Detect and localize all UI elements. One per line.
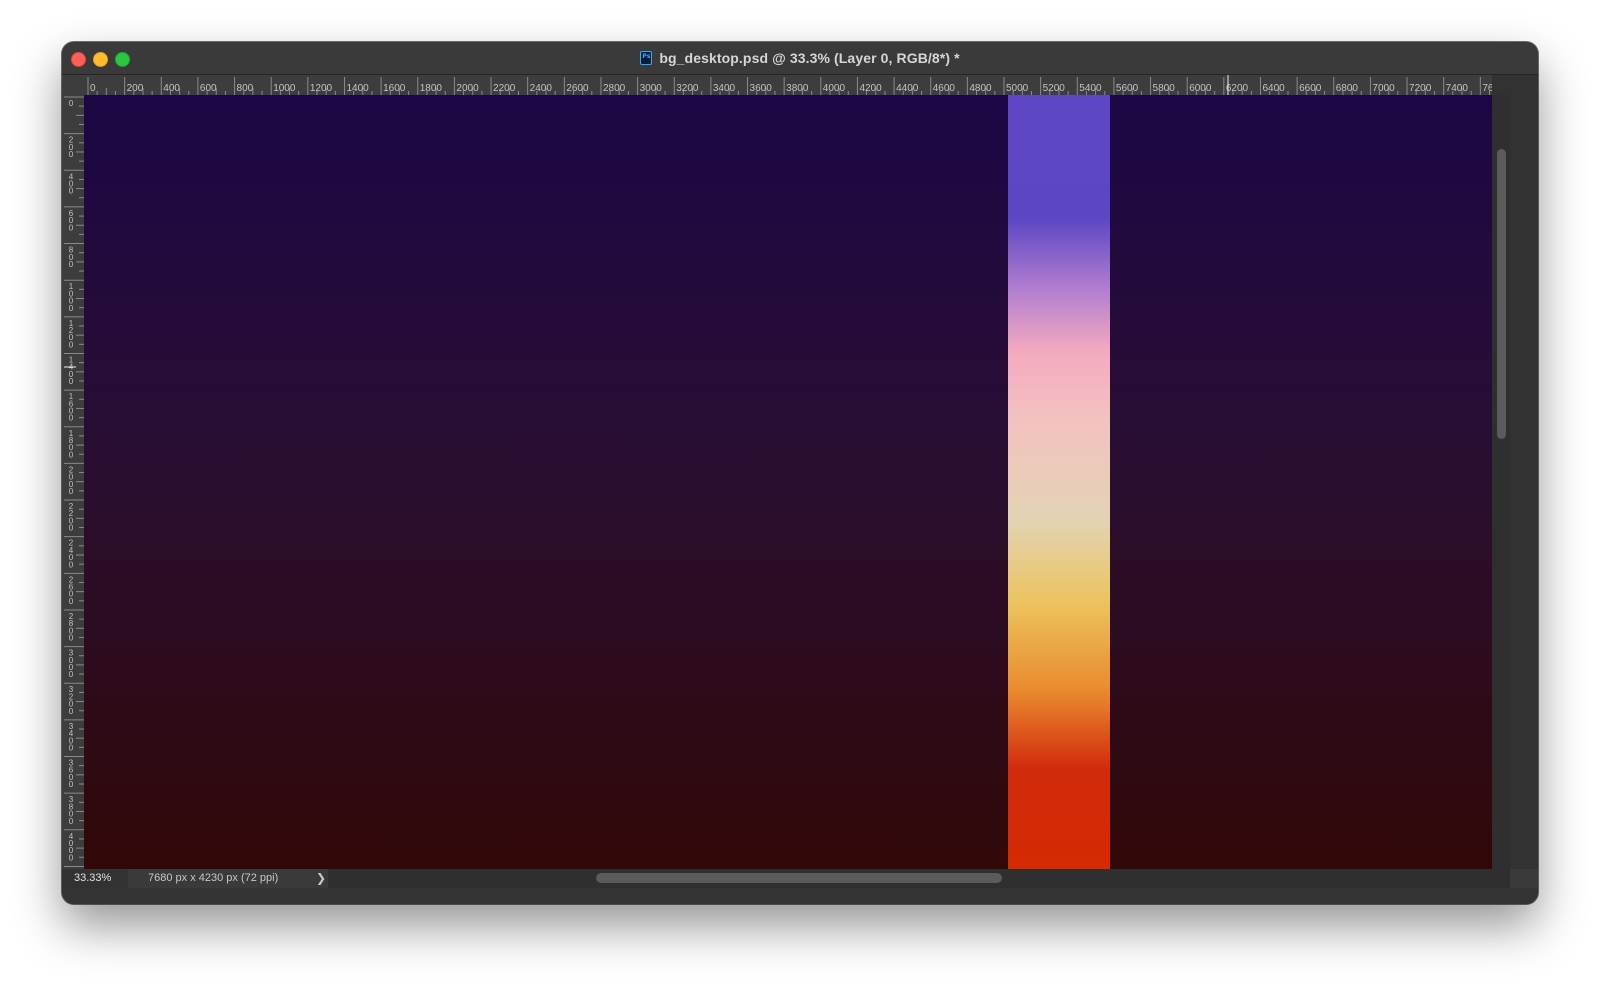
vertical-ruler-label-glyph: 0 xyxy=(69,560,74,569)
vertical-ruler-label-glyph: 0 xyxy=(69,304,74,313)
horizontal-ruler-label: 2200 xyxy=(493,83,516,94)
horizontal-ruler-label: 5200 xyxy=(1043,83,1066,94)
vertical-ruler-label-glyph: 0 xyxy=(69,707,74,716)
horizontal-ruler[interactable]: 0 200 400 600 800 1000 1200 1400 1600 1800 2000 220… xyxy=(84,75,1492,95)
title-bar[interactable]: Ps bg_desktop.psd @ 33.3% (Layer 0, RGB/… xyxy=(62,42,1538,75)
photoshop-file-icon: Ps xyxy=(640,51,653,65)
vertical-ruler-label-glyph: 0 xyxy=(69,260,74,269)
horizontal-ruler-label: 4600 xyxy=(933,83,956,94)
horizontal-scrollbar-thumb[interactable] xyxy=(596,873,1002,883)
window-title: bg_desktop.psd @ 33.3% (Layer 0, RGB/8*)… xyxy=(659,50,960,66)
close-window-button[interactable] xyxy=(71,52,86,67)
canvas-artwork xyxy=(84,95,1492,869)
vertical-ruler-label-glyph: 0 xyxy=(69,487,74,496)
vertical-scrollbar[interactable] xyxy=(1492,95,1510,869)
horizontal-ruler-label: 2600 xyxy=(566,83,589,94)
horizontal-ruler-label: 3000 xyxy=(640,83,663,94)
vertical-ruler-label-glyph: 0 xyxy=(69,414,74,423)
vertical-ruler-label-glyph: 0 xyxy=(69,634,74,643)
horizontal-ruler-label: 2400 xyxy=(530,83,553,94)
vertical-ruler-label-glyph: 0 xyxy=(69,853,74,862)
horizontal-ruler-label: 1000 xyxy=(273,83,296,94)
title-group: Ps bg_desktop.psd @ 33.3% (Layer 0, RGB/… xyxy=(62,42,1538,74)
horizontal-ruler-label: 4800 xyxy=(969,83,992,94)
horizontal-ruler-label: 5400 xyxy=(1079,83,1102,94)
horizontal-ruler-label: 3600 xyxy=(750,83,773,94)
vertical-scrollbar-thumb[interactable] xyxy=(1497,149,1506,439)
vertical-ruler-label-glyph: 0 xyxy=(69,743,74,752)
horizontal-ruler-label: 400 xyxy=(163,83,180,94)
horizontal-ruler-label: 7400 xyxy=(1446,83,1469,94)
minimize-window-button[interactable] xyxy=(93,52,108,67)
horizontal-ruler-label: 5600 xyxy=(1116,83,1139,94)
vertical-ruler[interactable]: 0200400600800100012001400160018002000220… xyxy=(62,95,84,869)
horizontal-ruler-label: 760 xyxy=(1482,83,1492,94)
vertical-ruler-label-glyph: 0 xyxy=(69,150,74,159)
zoom-level-field[interactable]: 33.33% xyxy=(62,869,128,888)
status-bar: 33.33% 7680 px x 4230 px (72 ppi) ❯ xyxy=(62,869,1538,904)
horizontal-ruler-label: 3800 xyxy=(786,83,809,94)
ruler-origin-corner[interactable] xyxy=(62,75,84,95)
horizontal-ruler-label: 2000 xyxy=(456,83,479,94)
photoshop-document-window: Ps bg_desktop.psd @ 33.3% (Layer 0, RGB/… xyxy=(62,42,1538,904)
vertical-ruler-label-glyph: 0 xyxy=(69,670,74,679)
background-gradient-layer xyxy=(84,95,1492,869)
horizontal-ruler-label: 3400 xyxy=(713,83,736,94)
horizontal-ruler-label: 5800 xyxy=(1153,83,1176,94)
status-menu-arrow-icon[interactable]: ❯ xyxy=(316,869,326,888)
horizontal-scrollbar[interactable] xyxy=(328,869,1510,888)
horizontal-ruler-label: 7200 xyxy=(1409,83,1432,94)
horizontal-ruler-label: 6600 xyxy=(1299,83,1322,94)
vertical-ruler-ticks: 0200400600800100012001400160018002000220… xyxy=(64,96,84,867)
horizontal-ruler-label: 4200 xyxy=(859,83,882,94)
window-right-edge xyxy=(1510,75,1538,869)
horizontal-ruler-label: 4400 xyxy=(896,83,919,94)
horizontal-ruler-ticks: 0 200 400 600 800 1000 1200 1400 1600 1800 2000 220… xyxy=(87,75,1492,95)
horizontal-ruler-label: 1400 xyxy=(346,83,369,94)
vertical-ruler-label-glyph: 0 xyxy=(69,187,74,196)
vertical-ruler-label-glyph: 0 xyxy=(69,377,74,386)
document-info: 7680 px x 4230 px (72 ppi) xyxy=(148,872,279,884)
horizontal-ruler-label: 2800 xyxy=(603,83,626,94)
horizontal-ruler-label: 1200 xyxy=(310,83,333,94)
horizontal-ruler-label: 3200 xyxy=(676,83,699,94)
horizontal-ruler-label: 600 xyxy=(200,83,217,94)
vertical-ruler-label-glyph: 0 xyxy=(69,817,74,826)
horizontal-ruler-label: 6400 xyxy=(1262,83,1285,94)
horizontal-ruler-label: 6200 xyxy=(1226,83,1249,94)
horizontal-ruler-label: 1600 xyxy=(383,83,406,94)
document-canvas[interactable] xyxy=(84,95,1492,869)
vertical-ruler-label-glyph: 0 xyxy=(69,524,74,533)
vertical-ruler-label-glyph: 0 xyxy=(69,223,74,232)
horizontal-ruler-label: 7000 xyxy=(1372,83,1395,94)
horizontal-ruler-label: 800 xyxy=(237,83,254,94)
color-stripe-layer xyxy=(1008,95,1110,869)
horizontal-ruler-label: 1800 xyxy=(420,83,443,94)
vertical-ruler-label-glyph: 0 xyxy=(69,99,74,108)
horizontal-ruler-label: 5000 xyxy=(1006,83,1029,94)
status-bar-bottom-strip xyxy=(62,888,1538,904)
vertical-ruler-label-glyph: 0 xyxy=(69,340,74,349)
horizontal-ruler-label: 6800 xyxy=(1336,83,1359,94)
horizontal-ruler-label: 6000 xyxy=(1189,83,1212,94)
horizontal-ruler-label: 0 xyxy=(90,83,96,94)
vertical-ruler-label-glyph: 0 xyxy=(69,597,74,606)
vertical-ruler-label-glyph: 0 xyxy=(69,450,74,459)
zoom-window-button[interactable] xyxy=(115,52,130,67)
horizontal-ruler-label: 200 xyxy=(127,83,144,94)
vertical-ruler-label-glyph: 0 xyxy=(69,780,74,789)
horizontal-ruler-label: 4000 xyxy=(823,83,846,94)
